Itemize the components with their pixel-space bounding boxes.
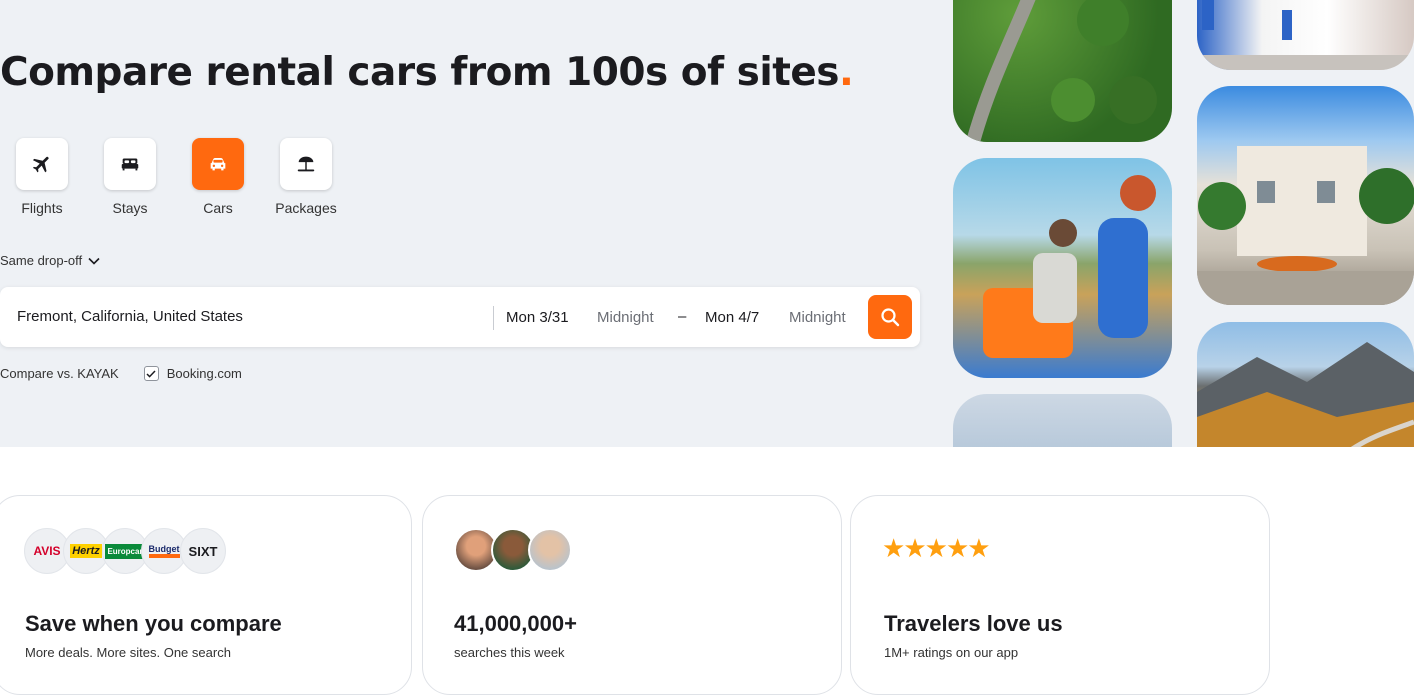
avatar	[528, 528, 572, 572]
hero-section: Compare rental cars from 100s of sites. …	[0, 0, 1414, 447]
vertical-label: Cars	[203, 200, 233, 216]
card-title: Save when you compare	[25, 611, 282, 636]
stays-tile[interactable]	[104, 138, 156, 190]
star-rating: ★ ★ ★ ★ ★	[882, 533, 991, 563]
page-title: Compare rental cars from 100s of sites.	[0, 50, 854, 95]
booking-checkbox[interactable]	[143, 366, 159, 381]
star-icon: ★	[967, 533, 991, 563]
vertical-label: Flights	[21, 200, 63, 216]
star-icon: ★	[945, 533, 970, 563]
search-icon	[881, 308, 900, 327]
vertical-label: Packages	[275, 200, 337, 216]
traveler-avatars	[454, 528, 572, 572]
car-icon	[210, 158, 226, 171]
chevron-down-icon	[88, 257, 100, 265]
brand-logos: AVIS Hertz Europcar Budget SIXT	[24, 528, 226, 574]
pickup-date-field[interactable]: Mon 3/31	[506, 309, 569, 326]
dropoff-time-field[interactable]: Midnight	[789, 309, 846, 326]
compare-card: Save when you compare More deals. More s…	[0, 495, 412, 695]
travelers-with-luggage-photo	[953, 158, 1172, 378]
search-button[interactable]	[868, 295, 912, 339]
checkmark-icon	[146, 369, 156, 378]
card-subtitle: More deals. More sites. One search	[25, 645, 231, 660]
dropoff-selector[interactable]: Same drop-off	[0, 253, 100, 268]
vertical-stays[interactable]: Stays	[104, 138, 156, 216]
sixt-logo: SIXT	[180, 528, 226, 574]
vertical-cars[interactable]: Cars	[192, 138, 244, 216]
card-title: Travelers love us	[884, 611, 1063, 636]
dropoff-label: Same drop-off	[0, 253, 83, 268]
bed-icon	[121, 158, 139, 171]
sky-photo	[953, 394, 1172, 447]
reviews-card: Travelers love us 1M+ ratings on our app	[850, 495, 1270, 695]
vertical-flights[interactable]: Flights	[16, 138, 68, 216]
searches-card: 41,000,000+ searches this week	[422, 495, 842, 695]
pickup-location-input[interactable]: Fremont, California, United States	[17, 308, 243, 325]
flights-tile[interactable]	[16, 138, 68, 190]
divider	[493, 306, 494, 330]
dropoff-date-field[interactable]: Mon 4/7	[705, 309, 759, 326]
card-title: 41,000,000+	[454, 611, 577, 636]
art-deco-building-photo	[1197, 86, 1414, 305]
car-search-form: Fremont, California, United States Mon 3…	[0, 287, 920, 347]
card-subtitle: searches this week	[454, 645, 565, 660]
vertical-packages[interactable]: Packages	[275, 138, 337, 216]
vertical-nav: Flights Stays Cars Packages	[16, 138, 368, 216]
compare-row: Compare vs. KAYAK Booking.com	[0, 366, 242, 381]
star-icon: ★	[882, 533, 906, 563]
card-subtitle: 1M+ ratings on our app	[884, 645, 1019, 660]
packages-tile[interactable]	[280, 138, 332, 190]
aerial-forest-road-photo	[953, 0, 1172, 142]
star-icon: ★	[903, 533, 927, 563]
blue-white-street-photo	[1197, 0, 1414, 70]
plane-icon	[32, 156, 49, 173]
beach-umbrella-icon	[297, 156, 315, 172]
mountain-valley-photo	[1197, 322, 1414, 447]
compare-label: Compare vs. KAYAK	[0, 366, 119, 381]
vertical-label: Stays	[112, 200, 148, 216]
star-icon: ★	[924, 533, 948, 563]
cars-tile[interactable]	[192, 138, 244, 190]
date-separator: –	[678, 308, 687, 325]
pickup-time-field[interactable]: Midnight	[597, 309, 654, 326]
booking-checkbox-label[interactable]: Booking.com	[167, 366, 242, 381]
